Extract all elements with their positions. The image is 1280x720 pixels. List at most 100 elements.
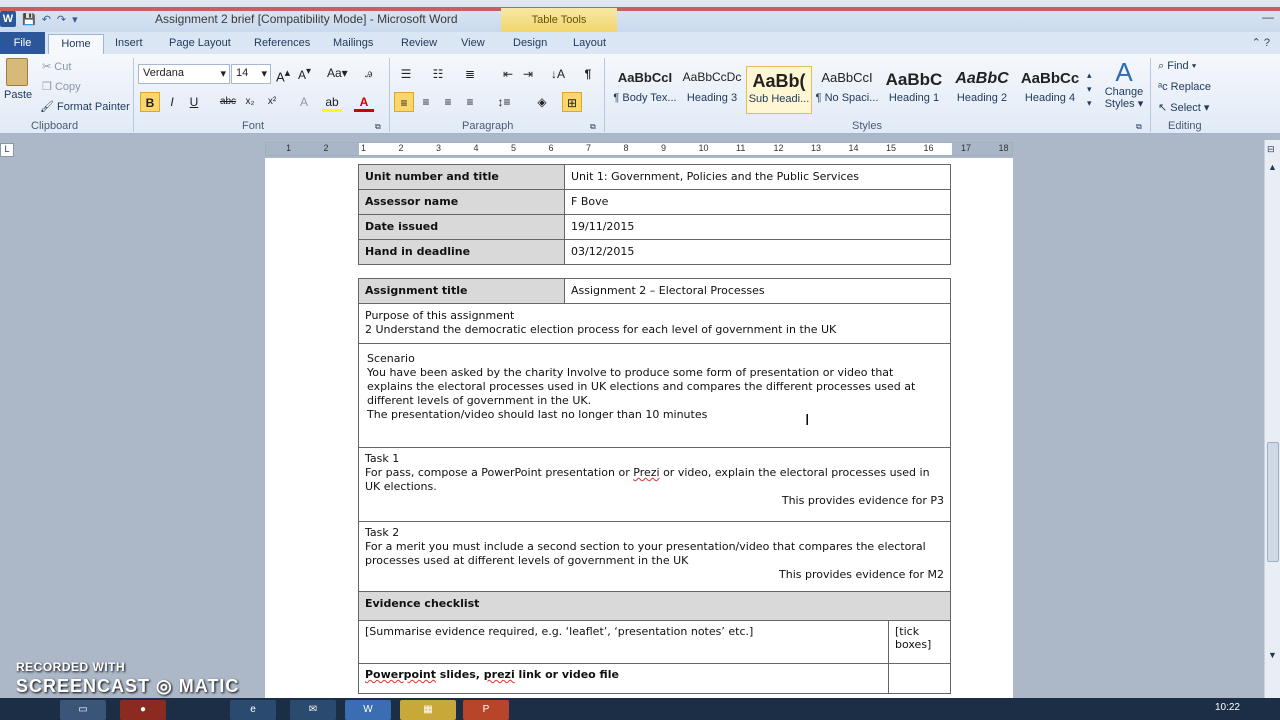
show-marks-icon[interactable]: ¶ [578,64,598,84]
table-cell[interactable]: F Bove [564,189,951,215]
table-cell[interactable]: 19/11/2015 [564,214,951,240]
line-spacing-icon[interactable]: ↕≡ [494,92,514,112]
taskbar-powerpoint-icon[interactable]: P [463,700,509,720]
tab-mailings[interactable]: Mailings [333,34,373,54]
shrink-font-icon[interactable]: A▾ [298,66,311,82]
bold-button[interactable]: B [140,92,160,112]
style-heading-2[interactable]: AaBbC Heading 2 [949,66,1015,114]
tab-file[interactable]: File [0,32,45,54]
scenario-cell[interactable]: Scenario You have been asked by the char… [358,343,951,448]
help-icon[interactable]: ⌃ ? [1252,36,1270,49]
font-name-select[interactable]: Verdana ▾ [138,64,230,84]
grow-font-icon[interactable]: A▴ [276,66,290,84]
table-cell[interactable]: 03/12/2015 [564,239,951,265]
styles-gallery-scroll[interactable]: ▴ ▾ ▾ [1087,68,1092,110]
ruler-toggle-icon[interactable]: ⊟ [1267,144,1275,155]
tab-page-layout[interactable]: Page Layout [169,34,231,54]
table-cell[interactable]: [Summarise evidence required, e.g. ‘leaf… [358,620,889,664]
font-color-icon[interactable]: A [354,92,374,112]
paste-button[interactable]: Paste [4,58,32,101]
format-painter-button[interactable]: 🖌 Format Painter [40,100,130,113]
decrease-indent-icon[interactable]: ⇤ [498,64,518,84]
style-body-text[interactable]: AaBbCcI ¶ Body Tex... [612,66,678,114]
clear-formatting-icon[interactable]: ꭿ [365,66,372,81]
taskbar-film-icon[interactable]: ▦ [400,700,456,720]
style-name: Heading 4 [1024,92,1076,104]
table-cell[interactable]: Assignment 2 – Electoral Processes [564,278,951,304]
table-cell[interactable]: Powerpoint slides, prezi link or video f… [358,663,889,694]
task2-cell[interactable]: Task 2 For a merit you must include a se… [358,521,951,592]
align-center-icon[interactable]: ≡ [416,92,436,112]
taskbar-word-icon[interactable]: W [345,700,391,720]
superscript-button[interactable]: x² [262,92,282,112]
styles-dialog-launcher-icon[interactable]: ⧉ [1136,122,1142,132]
text-effects-icon[interactable]: A [294,92,314,112]
style-sub-heading[interactable]: AaBb( Sub Headi... [746,66,812,114]
tab-review[interactable]: Review [401,34,437,54]
select-button[interactable]: ↖ Select ▾ [1158,101,1209,114]
page[interactable]: Unit number and title Unit 1: Government… [265,158,1013,698]
style-heading-1[interactable]: AaBbC Heading 1 [881,66,947,114]
evidence-heading-cell[interactable]: Evidence checklist [358,591,951,621]
redo-icon[interactable]: ↷ [57,13,66,26]
tab-home[interactable]: Home [48,34,104,54]
tab-design[interactable]: Design [513,34,547,54]
save-icon[interactable]: 💾 [22,13,36,26]
tab-references[interactable]: References [254,34,310,54]
style-heading-4[interactable]: AaBbCc Heading 4 [1017,66,1083,114]
table-cell[interactable]: Unit 1: Government, Policies and the Pub… [564,164,951,190]
tab-view[interactable]: View [461,34,485,54]
table-cell[interactable]: Assignment title [358,278,565,304]
style-heading-3[interactable]: AaBbCcDc Heading 3 [679,66,745,114]
subscript-button[interactable]: x₂ [240,92,260,112]
taskbar-outlook-icon[interactable]: ✉ [290,700,336,720]
table-cell[interactable]: Date issued [358,214,565,240]
sort-icon[interactable]: ↓A [548,64,568,84]
cut-button[interactable]: ✂ Cut [42,60,71,73]
taskbar-explorer-icon[interactable]: ▭ [60,700,106,720]
scroll-down-icon[interactable]: ▼ [1268,650,1277,660]
paragraph-dialog-launcher-icon[interactable]: ⧉ [590,122,596,132]
taskbar-ie-icon[interactable]: e [230,700,276,720]
table-cell[interactable]: Hand in deadline [358,239,565,265]
copy-button[interactable]: ❐ Copy [42,80,81,93]
strikethrough-button[interactable]: abc [218,92,238,112]
align-left-icon[interactable]: ≡ [394,92,414,112]
scroll-thumb[interactable] [1267,442,1279,562]
font-dialog-launcher-icon[interactable]: ⧉ [375,122,381,132]
table-cell[interactable] [888,663,951,694]
multilevel-list-icon[interactable]: ≣ [460,64,480,84]
increase-indent-icon[interactable]: ⇥ [518,64,538,84]
scroll-up-icon[interactable]: ▲ [1268,162,1277,172]
tab-insert[interactable]: Insert [115,34,143,54]
minimize-icon[interactable]: — [1262,10,1274,24]
document-area[interactable]: Unit number and title Unit 1: Government… [0,158,1264,698]
word-app-icon[interactable]: W [0,11,16,27]
shading-icon[interactable]: ◈ [532,92,552,112]
justify-icon[interactable]: ≡ [460,92,480,112]
align-right-icon[interactable]: ≡ [438,92,458,112]
style-no-spacing[interactable]: AaBbCcI ¶ No Spaci... [814,66,880,114]
replace-button[interactable]: ᵃc Replace [1158,81,1211,93]
borders-icon[interactable]: ⊞ [562,92,582,112]
taskbar-media-icon[interactable]: ● [120,700,166,720]
underline-button[interactable]: U [184,92,204,112]
vertical-scrollbar[interactable]: ⊟ ▲ ▼ [1264,140,1280,698]
bullets-icon[interactable]: ☰ [396,64,416,84]
purpose-cell[interactable]: Purpose of this assignment 2 Understand … [358,303,951,344]
customize-qat-icon[interactable]: ▾ [72,13,78,26]
font-size-select[interactable]: 14 ▾ [231,64,271,84]
table-cell[interactable]: [tick boxes] [888,620,951,664]
find-button[interactable]: ⌕ Find ▾ [1158,60,1196,73]
change-case-icon[interactable]: Aa▾ [327,66,348,80]
undo-icon[interactable]: ↶ [42,13,51,26]
numbering-icon[interactable]: ☷ [428,64,448,84]
highlight-icon[interactable]: ab [322,92,342,112]
italic-button[interactable]: I [162,92,182,112]
table-cell[interactable]: Unit number and title [358,164,565,190]
horizontal-ruler[interactable]: 1 2 1 2 3 4 5 6 7 8 9 10 11 12 13 14 15 16 17 18 [265,142,1013,156]
table-cell[interactable]: Assessor name [358,189,565,215]
tab-layout[interactable]: Layout [573,34,606,54]
task1-cell[interactable]: Task 1 For pass, compose a PowerPoint pr… [358,447,951,522]
change-styles-button[interactable]: A Change Styles ▾ [1102,58,1146,110]
